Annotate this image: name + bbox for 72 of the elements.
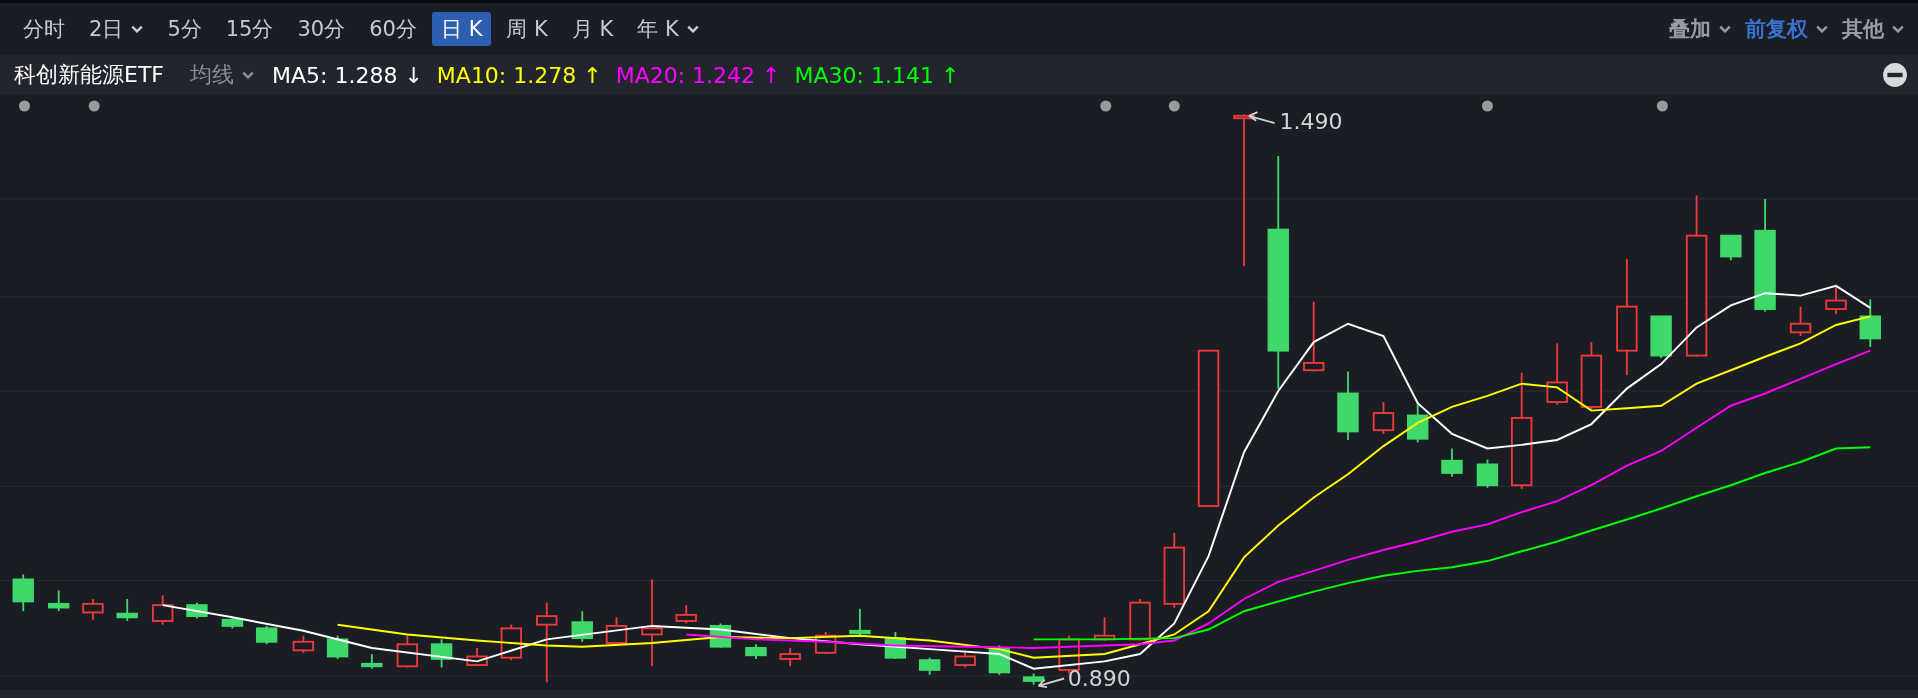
candlestick (605, 616, 628, 646)
candlestick (779, 647, 801, 668)
candlestick (1580, 341, 1603, 411)
candlestick (1372, 401, 1395, 435)
candlestick (292, 634, 315, 654)
candlestick (1546, 342, 1568, 406)
candlestick (1022, 672, 1045, 686)
marker-dot (1100, 100, 1112, 112)
option-dropdown[interactable]: 前复权 (1741, 12, 1832, 46)
candlestick (884, 631, 907, 660)
marker-dot (88, 100, 100, 112)
option-dropdown[interactable]: 其他 (1838, 12, 1908, 46)
moving-average-value: MA5: 1.288 ↓ (272, 62, 423, 88)
candlestick (466, 647, 488, 668)
marker-dot (18, 100, 30, 112)
period-tab[interactable]: 日 K (431, 12, 492, 46)
period-tab[interactable]: 2日 (80, 12, 153, 46)
caret-icon (1816, 25, 1828, 33)
period-tab[interactable]: 60分 (360, 12, 426, 46)
candlestick (675, 604, 697, 625)
candlestick (1825, 286, 1847, 315)
low-arrow-icon (1037, 677, 1066, 688)
candlestick (186, 601, 208, 620)
option-dropdown[interactable]: 叠加 (1665, 12, 1735, 46)
period-tab[interactable]: 15分 (216, 12, 283, 46)
period-tab[interactable]: 5分 (158, 12, 211, 46)
period-tab[interactable]: 周 K (497, 12, 557, 46)
candlestick (571, 610, 593, 643)
candlestick (1859, 298, 1881, 348)
caret-icon (1719, 25, 1731, 33)
candlestick (954, 649, 976, 669)
candlestick (116, 598, 138, 622)
candlestick (1789, 305, 1812, 337)
marker-dot (1481, 100, 1493, 112)
candlestick (1650, 315, 1672, 359)
candlestick (1476, 458, 1499, 489)
moving-average-value: MA10: 1.278 ↑ (436, 62, 602, 88)
candlestick (48, 589, 70, 613)
candlestick (1337, 370, 1359, 441)
moving-average-value: MA20: 1.242 ↑ (615, 62, 781, 88)
caret-icon (1892, 25, 1904, 33)
moving-average-value: MA30: 1.141 ↑ (794, 62, 960, 88)
marker-dot (1168, 100, 1180, 112)
candlestick (326, 634, 349, 660)
candlestick (361, 653, 383, 670)
low-price-label: 0.890 (1067, 665, 1131, 690)
candlestick (396, 634, 419, 669)
period-tab[interactable]: 月 K (562, 12, 623, 46)
candlestick (152, 594, 174, 626)
candlestick (745, 643, 767, 660)
period-tab[interactable]: 30分 (288, 12, 355, 46)
candlestick (849, 607, 871, 637)
candlestick (918, 656, 941, 676)
candlestick (221, 616, 244, 630)
marker-dot (1656, 100, 1668, 112)
candlestick (430, 638, 453, 669)
candlestick (1407, 401, 1429, 444)
security-name: 科创新能源ETF (14, 61, 164, 89)
candlestick (1441, 447, 1463, 478)
candlestick (1720, 234, 1742, 262)
indicator-dropdown[interactable]: 均线 (178, 60, 258, 90)
candlestick (1093, 616, 1116, 642)
high-price-label: 1.490 (1279, 109, 1343, 135)
candlestick (82, 598, 104, 621)
candlestick (1129, 598, 1151, 642)
candlestick (255, 625, 278, 646)
candlestick (12, 573, 34, 613)
caret-icon (242, 71, 254, 79)
period-tab[interactable]: 年 K (628, 12, 708, 46)
collapse-icon[interactable] (1882, 62, 1908, 88)
period-tab[interactable]: 分时 (14, 12, 74, 46)
high-arrow-icon (1248, 111, 1276, 125)
